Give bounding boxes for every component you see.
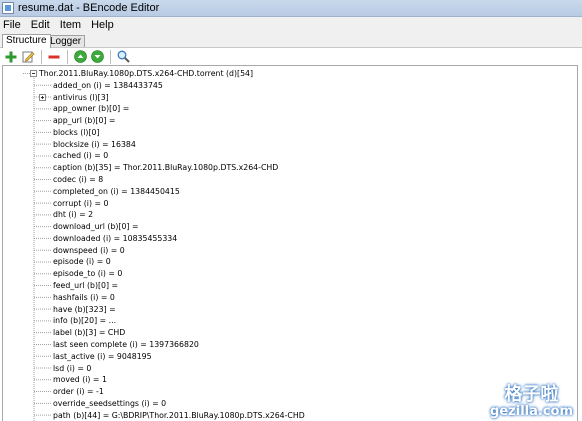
- tree-node[interactable]: lsd (i) = 0: [53, 363, 91, 374]
- toolbar-separator: [41, 49, 42, 64]
- tree-node[interactable]: feed_url (b)[0] =: [53, 280, 118, 291]
- tree-node[interactable]: override_seedsettings (i) = 0: [53, 398, 166, 409]
- tree-node[interactable]: app_owner (b)[0] =: [53, 103, 129, 114]
- app-icon: [2, 2, 14, 14]
- tree-node[interactable]: downloaded (i) = 10835455334: [53, 233, 177, 244]
- menu-item[interactable]: Item: [55, 19, 86, 31]
- tree-node[interactable]: cached (i) = 0: [53, 150, 108, 161]
- structure-tree[interactable]: Thor.2011.BluRay.1080p.DTS.x264-CHD.torr…: [2, 65, 578, 421]
- tree-node[interactable]: added_on (i) = 1384433745: [53, 80, 163, 91]
- add-icon[interactable]: [4, 50, 18, 64]
- move-down-icon[interactable]: [90, 50, 104, 64]
- expand-icon[interactable]: [39, 93, 46, 101]
- tree-node[interactable]: blocksize (i) = 16384: [53, 139, 136, 150]
- remove-icon[interactable]: [47, 50, 61, 64]
- tree-node[interactable]: hashfails (i) = 0: [53, 292, 115, 303]
- tree-node[interactable]: blocks (l)[0]: [53, 127, 100, 138]
- collapse-icon[interactable]: [30, 70, 37, 77]
- watermark-cn: 格子啦: [504, 384, 559, 405]
- tree-node[interactable]: caption (b)[35] = Thor.2011.BluRay.1080p…: [53, 162, 278, 173]
- tree-node[interactable]: dht (i) = 2: [53, 209, 93, 220]
- tree-node[interactable]: episode (i) = 0: [53, 256, 111, 267]
- tree-node[interactable]: last seen complete (i) = 1397366820: [53, 339, 199, 350]
- menu-bar: File Edit Item Help: [0, 17, 582, 33]
- tree-node[interactable]: downspeed (i) = 0: [53, 245, 125, 256]
- menu-help[interactable]: Help: [86, 19, 119, 31]
- tree-node[interactable]: have (b)[323] =: [53, 304, 116, 315]
- tree-node[interactable]: codec (i) = 8: [53, 174, 103, 185]
- tree-node[interactable]: last_active (i) = 9048195: [53, 351, 152, 362]
- window-title: resume.dat - BEncode Editor: [18, 2, 160, 14]
- tree-node[interactable]: episode_to (i) = 0: [53, 268, 122, 279]
- tree-node[interactable]: app_url (b)[0] =: [53, 115, 115, 126]
- tree-node[interactable]: corrupt (i) = 0: [53, 198, 108, 209]
- tree-node[interactable]: antivirus (l)[3]: [53, 92, 109, 103]
- tree-node[interactable]: info (b)[20] = ...: [53, 315, 116, 326]
- tree-node[interactable]: completed_on (i) = 1384450415: [53, 186, 180, 197]
- edit-icon[interactable]: [21, 50, 35, 64]
- tab-structure[interactable]: Structure: [2, 34, 51, 48]
- move-up-icon[interactable]: [73, 50, 87, 64]
- menu-edit[interactable]: Edit: [26, 19, 55, 31]
- tree-node[interactable]: order (i) = -1: [53, 386, 104, 397]
- tree-node[interactable]: path (b)[44] = G:\BDRIP\Thor.2011.BluRay…: [53, 410, 305, 421]
- search-icon[interactable]: [116, 50, 130, 64]
- tree-root-node[interactable]: Thor.2011.BluRay.1080p.DTS.x264-CHD.torr…: [39, 68, 253, 79]
- toolbar: [0, 47, 582, 65]
- title-bar: resume.dat - BEncode Editor: [0, 0, 582, 17]
- watermark: 格子啦 gezilla.com: [490, 385, 573, 419]
- tree-node[interactable]: label (b)[3] = CHD: [53, 327, 125, 338]
- tree-node[interactable]: download_url (b)[0] =: [53, 221, 138, 232]
- tree-node[interactable]: moved (i) = 1: [53, 374, 107, 385]
- tab-bar: Structure Logger: [0, 33, 582, 48]
- menu-file[interactable]: File: [0, 19, 26, 31]
- toolbar-separator: [110, 49, 111, 64]
- toolbar-separator: [67, 49, 68, 64]
- watermark-en: gezilla.com: [490, 404, 573, 419]
